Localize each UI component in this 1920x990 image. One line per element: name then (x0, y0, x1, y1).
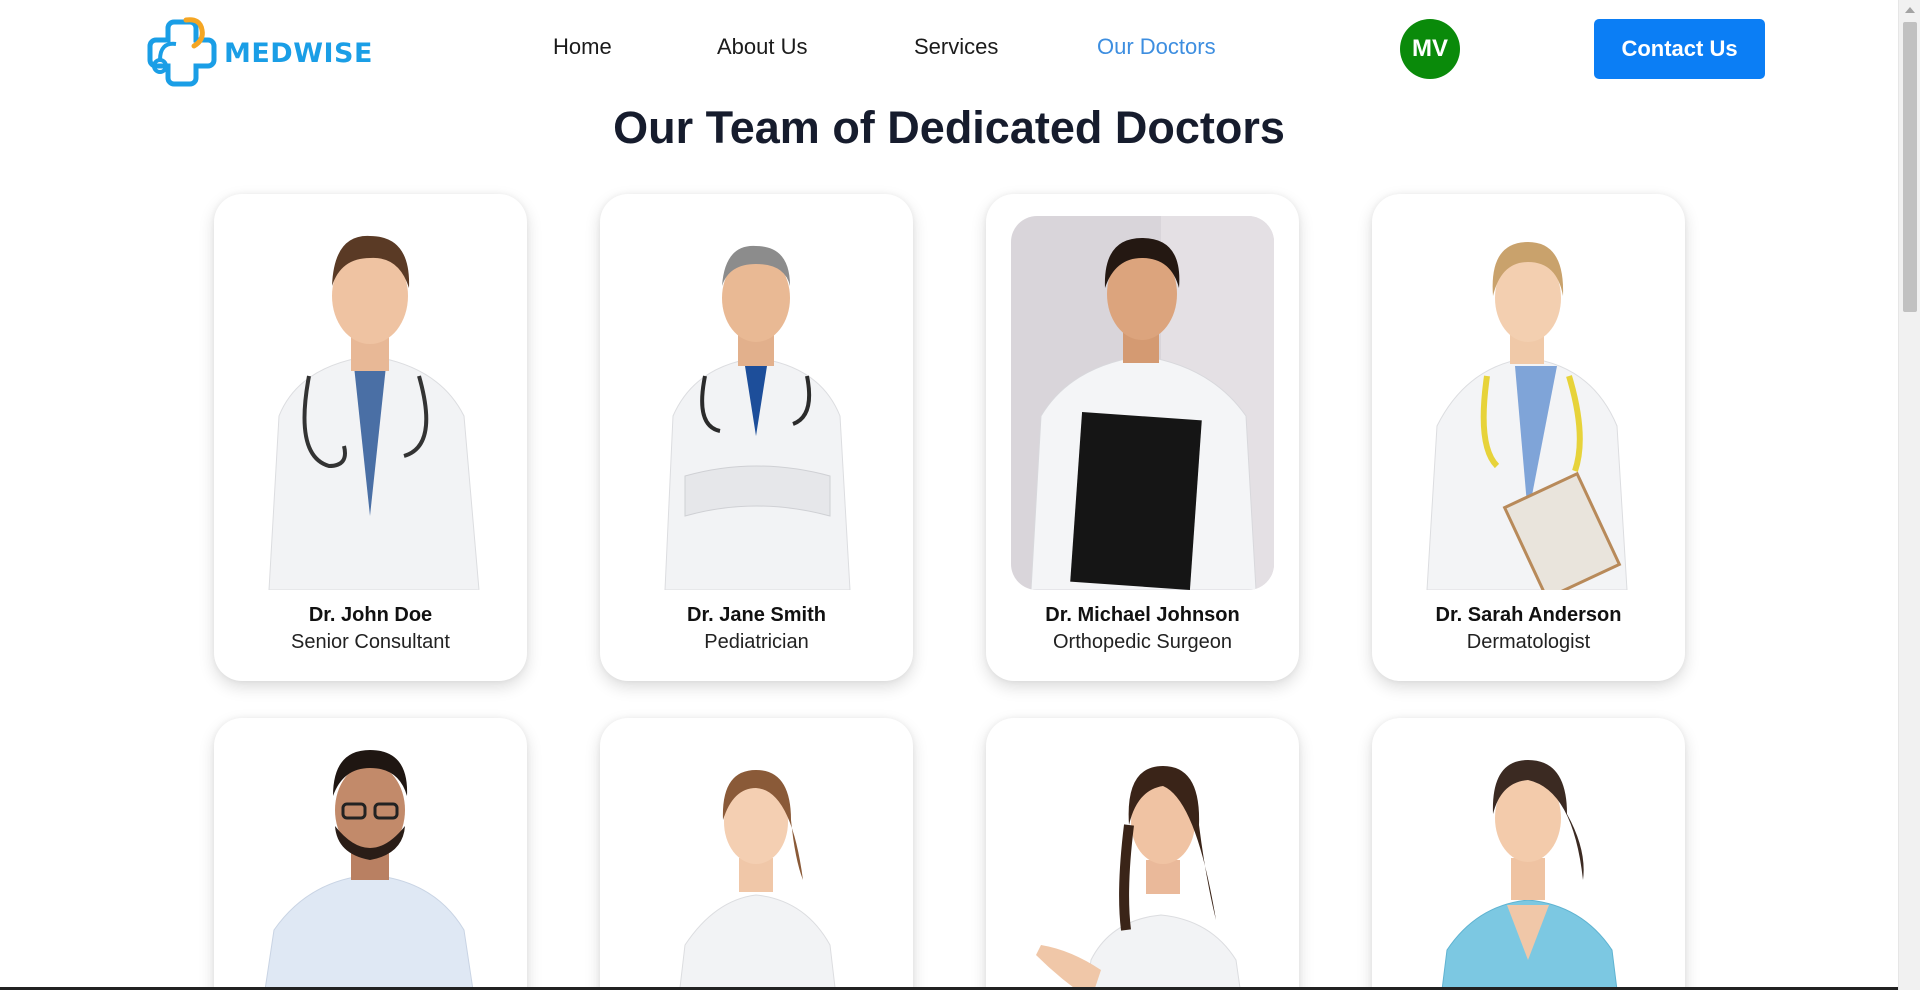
doctor-portrait-image (1397, 216, 1660, 590)
nav-home[interactable]: Home (553, 34, 612, 60)
doctor-photo (1397, 216, 1660, 590)
doctor-card[interactable] (214, 718, 527, 990)
medical-cross-stethoscope-icon (147, 17, 217, 87)
doctor-photo (625, 730, 888, 990)
doctor-name: Dr. Jane Smith (687, 604, 826, 626)
doctor-portrait-image (625, 730, 888, 990)
doctor-photo (1011, 216, 1274, 590)
doctor-role: Pediatrician (704, 631, 809, 653)
contact-us-button[interactable]: Contact Us (1594, 19, 1765, 79)
doctor-portrait-image (239, 216, 502, 590)
doctor-role: Senior Consultant (291, 631, 450, 653)
site-header: MEDWISE Home About Us Services Our Docto… (0, 0, 1898, 98)
doctor-card[interactable] (986, 718, 1299, 990)
doctor-name: Dr. John Doe (308, 604, 433, 626)
brand-logo[interactable]: MEDWISE (146, 16, 373, 90)
page-title: Our Team of Dedicated Doctors (613, 102, 1285, 153)
doctor-card[interactable]: Dr. Michael Johnson Orthopedic Surgeon (986, 194, 1299, 681)
doctor-photo (239, 730, 502, 990)
doctor-photo (1397, 730, 1660, 990)
user-avatar[interactable]: MV (1400, 19, 1460, 79)
doctor-name: Dr. Michael Johnson (1045, 604, 1240, 626)
doctor-name: Dr. Sarah Anderson (1435, 604, 1622, 626)
nav-about-us[interactable]: About Us (717, 34, 808, 60)
doctor-portrait-image (1011, 730, 1274, 990)
doctor-portrait-image (239, 730, 502, 990)
nav-services[interactable]: Services (914, 34, 998, 60)
doctor-role: Dermatologist (1466, 631, 1591, 653)
doctor-role: Orthopedic Surgeon (1052, 631, 1232, 653)
doctor-portrait-image (1397, 730, 1660, 990)
nav-our-doctors[interactable]: Our Doctors (1097, 34, 1216, 60)
doctor-photo (625, 216, 888, 590)
doctor-photo (1011, 730, 1274, 990)
doctor-portrait-image (1011, 216, 1274, 590)
scrollbar-thumb[interactable] (1903, 22, 1917, 312)
brand-name: MEDWISE (224, 37, 373, 69)
doctor-portrait-image (625, 216, 888, 590)
doctor-card[interactable] (1372, 718, 1685, 990)
doctor-card[interactable]: Dr. Jane Smith Pediatrician (600, 194, 913, 681)
doctor-photo (239, 216, 502, 590)
scroll-up-arrow-icon[interactable] (1905, 7, 1915, 13)
doctor-card[interactable]: Dr. John Doe Senior Consultant (214, 194, 527, 681)
doctor-card[interactable] (600, 718, 913, 990)
vertical-scrollbar[interactable] (1898, 0, 1920, 990)
doctor-card[interactable]: Dr. Sarah Anderson Dermatologist (1372, 194, 1685, 681)
